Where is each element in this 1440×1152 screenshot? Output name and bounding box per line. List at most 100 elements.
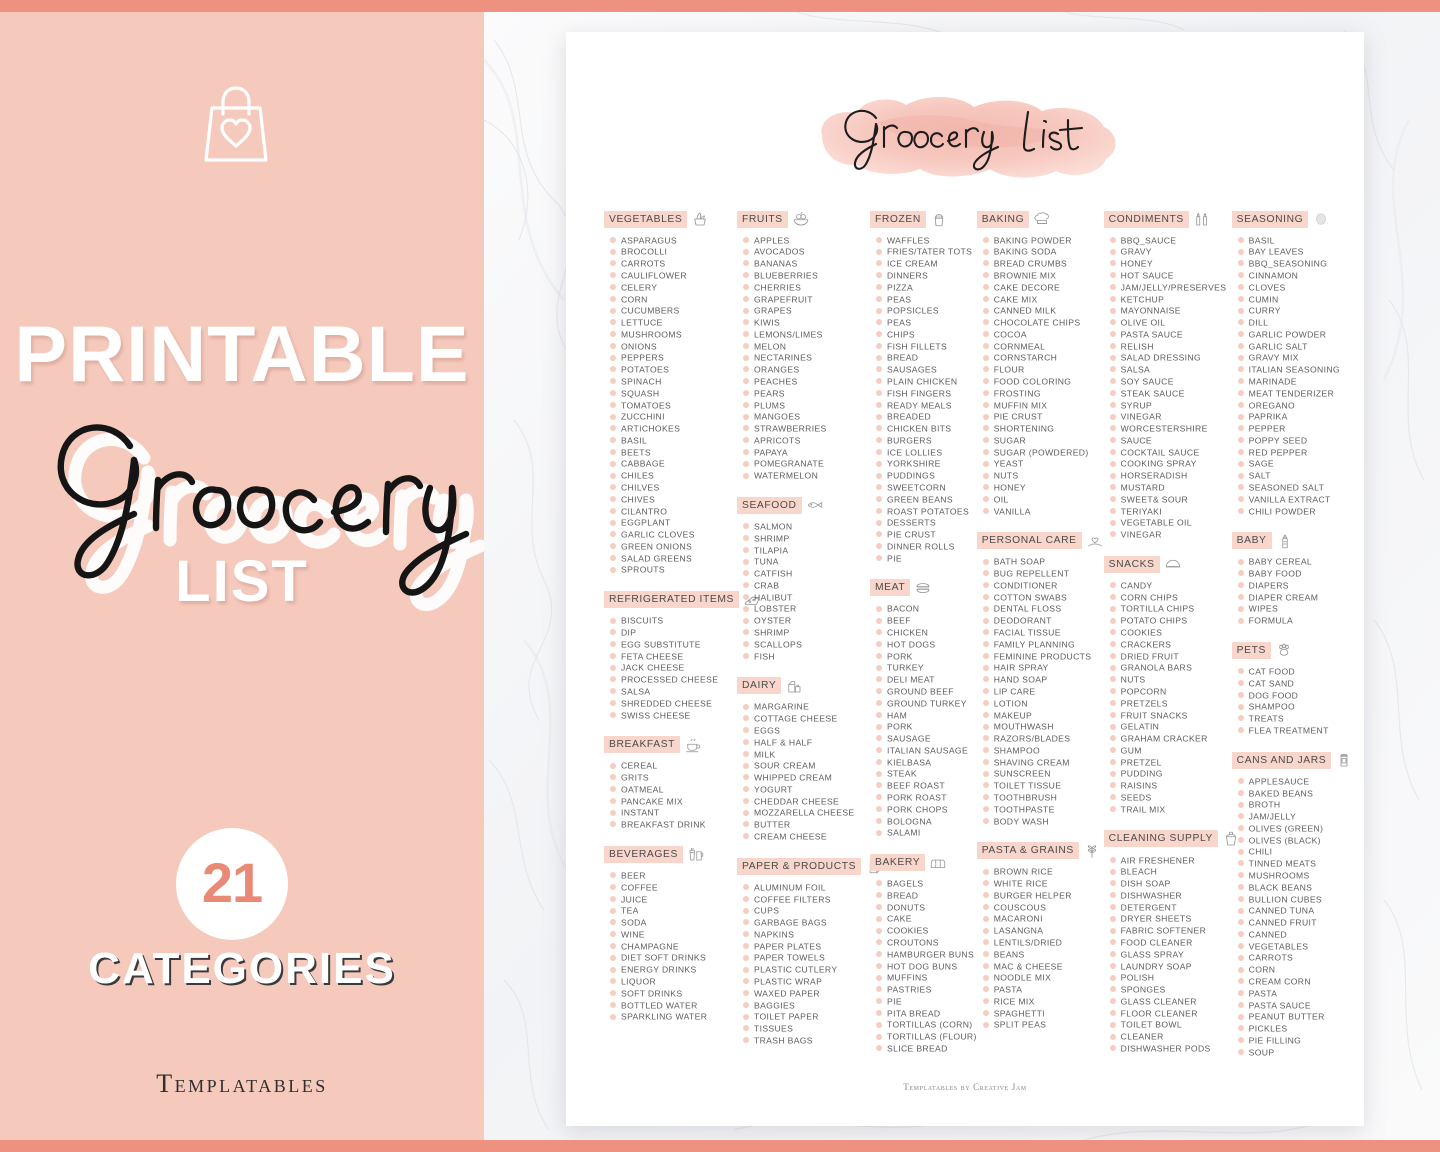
checklist-item[interactable]: Cat food — [1237, 665, 1352, 677]
checklist-item[interactable]: Steak — [876, 768, 977, 780]
checkbox-dot-icon[interactable] — [1237, 236, 1244, 243]
checklist-item[interactable]: Pancake mix — [610, 795, 737, 807]
checklist-item[interactable]: Flour — [982, 364, 1104, 376]
checklist-item[interactable]: Sour cream — [743, 760, 870, 772]
checkbox-dot-icon[interactable] — [982, 413, 989, 420]
checkbox-dot-icon[interactable] — [982, 951, 989, 958]
checkbox-dot-icon[interactable] — [1109, 260, 1116, 267]
checklist-item[interactable]: Biscuits — [610, 615, 737, 627]
checkbox-dot-icon[interactable] — [876, 531, 882, 538]
checklist-item[interactable]: Cucumbers — [610, 305, 737, 317]
checkbox-dot-icon[interactable] — [1237, 295, 1244, 302]
checklist-item[interactable]: Red pepper — [1237, 446, 1352, 458]
checklist-item[interactable]: Ketchup — [1109, 293, 1232, 305]
checklist-item[interactable]: Squash — [610, 387, 737, 399]
checklist-item[interactable]: Dinner rolls — [876, 540, 977, 552]
checklist-item[interactable]: Salt — [1237, 470, 1352, 482]
checklist-item[interactable]: Crackers — [1109, 638, 1232, 650]
checklist-item[interactable]: Salsa — [1109, 364, 1232, 376]
checkbox-dot-icon[interactable] — [1237, 825, 1244, 832]
checkbox-dot-icon[interactable] — [876, 676, 882, 683]
checkbox-dot-icon[interactable] — [1109, 880, 1116, 887]
checkbox-dot-icon[interactable] — [743, 390, 749, 397]
checklist-item[interactable]: Burger helper — [982, 889, 1104, 901]
checkbox-dot-icon[interactable] — [1109, 939, 1116, 946]
checklist-item[interactable]: Pears — [743, 387, 870, 399]
checklist-item[interactable]: Jam/Jelly/Preserves — [1109, 281, 1232, 293]
checkbox-dot-icon[interactable] — [982, 770, 989, 777]
checkbox-dot-icon[interactable] — [1237, 460, 1244, 467]
checkbox-dot-icon[interactable] — [876, 1009, 882, 1016]
checklist-item[interactable]: Energy drinks — [610, 964, 737, 976]
checklist-item[interactable]: Graham cracker — [1109, 732, 1232, 744]
checkbox-dot-icon[interactable] — [610, 496, 616, 503]
checklist-item[interactable]: Vinegar — [1109, 529, 1232, 541]
checkbox-dot-icon[interactable] — [1109, 507, 1116, 514]
checkbox-dot-icon[interactable] — [1109, 617, 1116, 624]
checklist-item[interactable]: Cat sand — [1237, 677, 1352, 689]
checkbox-dot-icon[interactable] — [982, 1021, 989, 1028]
checkbox-dot-icon[interactable] — [876, 629, 882, 636]
checkbox-dot-icon[interactable] — [743, 931, 749, 938]
checklist-item[interactable]: Formula — [1237, 615, 1352, 627]
checkbox-dot-icon[interactable] — [876, 974, 882, 981]
checkbox-dot-icon[interactable] — [982, 629, 989, 636]
checklist-item[interactable]: Garlic powder — [1237, 328, 1352, 340]
checklist-item[interactable]: Deodorant — [982, 615, 1104, 627]
checkbox-dot-icon[interactable] — [982, 605, 989, 612]
checklist-item[interactable]: Baking soda — [982, 246, 1104, 258]
checkbox-dot-icon[interactable] — [610, 342, 616, 349]
checkbox-dot-icon[interactable] — [982, 806, 989, 813]
checklist-item[interactable]: Polish — [1109, 972, 1232, 984]
checkbox-dot-icon[interactable] — [1237, 978, 1244, 985]
checkbox-dot-icon[interactable] — [1109, 892, 1116, 899]
checkbox-dot-icon[interactable] — [982, 962, 989, 969]
checklist-item[interactable]: Pie — [876, 995, 977, 1007]
checkbox-dot-icon[interactable] — [1109, 605, 1116, 612]
checklist-item[interactable]: Waxed paper — [743, 987, 870, 999]
checkbox-dot-icon[interactable] — [1237, 848, 1244, 855]
checkbox-dot-icon[interactable] — [610, 821, 616, 828]
checkbox-dot-icon[interactable] — [1237, 789, 1244, 796]
checkbox-dot-icon[interactable] — [1237, 437, 1244, 444]
checklist-item[interactable]: Pie crust — [982, 411, 1104, 423]
checkbox-dot-icon[interactable] — [1237, 260, 1244, 267]
checklist-item[interactable]: Cocoa — [982, 328, 1104, 340]
checklist-item[interactable]: Ice cream — [876, 258, 977, 270]
checkbox-dot-icon[interactable] — [982, 903, 989, 910]
checkbox-dot-icon[interactable] — [1109, 519, 1116, 526]
checklist-item[interactable]: Apples — [743, 234, 870, 246]
checklist-item[interactable]: Canned tuna — [1237, 905, 1352, 917]
checklist-item[interactable]: Liquor — [610, 975, 737, 987]
checklist-item[interactable]: Deli meat — [876, 674, 977, 686]
checklist-item[interactable]: Nuts — [1109, 674, 1232, 686]
checkbox-dot-icon[interactable] — [1109, 425, 1116, 432]
checklist-item[interactable]: Cake mix — [982, 293, 1104, 305]
checklist-item[interactable]: Artichokes — [610, 423, 737, 435]
checklist-item[interactable]: Lotion — [982, 697, 1104, 709]
checklist-item[interactable]: Lettuce — [610, 316, 737, 328]
checkbox-dot-icon[interactable] — [743, 809, 749, 816]
checkbox-dot-icon[interactable] — [1237, 1048, 1244, 1055]
checkbox-dot-icon[interactable] — [1109, 342, 1116, 349]
checklist-item[interactable]: Lentils/Dried — [982, 936, 1104, 948]
checkbox-dot-icon[interactable] — [1109, 1009, 1116, 1016]
checkbox-dot-icon[interactable] — [610, 990, 616, 997]
checklist-item[interactable]: Granola bars — [1109, 662, 1232, 674]
checkbox-dot-icon[interactable] — [743, 821, 749, 828]
checkbox-dot-icon[interactable] — [1237, 319, 1244, 326]
checkbox-dot-icon[interactable] — [982, 307, 989, 314]
checkbox-dot-icon[interactable] — [610, 531, 616, 538]
checklist-item[interactable]: White rice — [982, 878, 1104, 890]
checkbox-dot-icon[interactable] — [1237, 342, 1244, 349]
checkbox-dot-icon[interactable] — [1109, 974, 1116, 981]
checklist-item[interactable]: Dish soap — [1109, 878, 1232, 890]
checklist-item[interactable]: Pasta sauce — [1237, 999, 1352, 1011]
checklist-item[interactable]: Lobster — [743, 603, 870, 615]
checkbox-dot-icon[interactable] — [743, 366, 749, 373]
checkbox-dot-icon[interactable] — [1109, 437, 1116, 444]
checkbox-dot-icon[interactable] — [743, 739, 749, 746]
checkbox-dot-icon[interactable] — [1109, 593, 1116, 600]
checklist-item[interactable]: Shrimp — [743, 626, 870, 638]
checklist-item[interactable]: Kielbasa — [876, 756, 977, 768]
